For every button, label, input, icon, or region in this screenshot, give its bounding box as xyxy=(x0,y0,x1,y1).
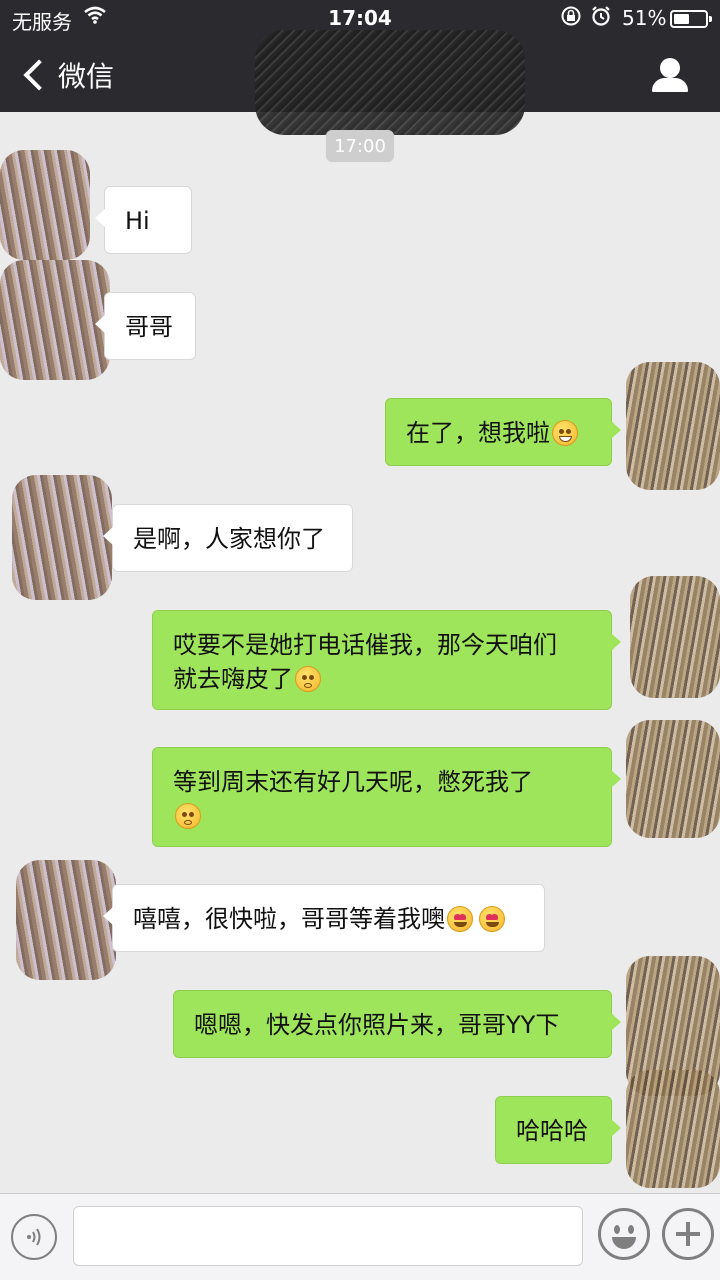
contact-avatar[interactable] xyxy=(0,260,110,380)
back-label: 微信 xyxy=(58,60,115,93)
battery-level-fill xyxy=(674,14,690,24)
flushed-emoji-icon xyxy=(175,803,201,829)
alarm-icon xyxy=(590,5,612,32)
message-timestamp: 17:00 xyxy=(326,130,394,162)
contact-avatar[interactable] xyxy=(16,860,116,980)
outgoing-message[interactable]: 哎要不是她打电话催我，那今天咱们 就去嗨皮了 xyxy=(152,610,621,710)
heart-eyes-emoji-icon xyxy=(479,906,505,932)
outgoing-message[interactable]: 嗯嗯，快发点你照片来，哥哥YY下 xyxy=(173,990,621,1058)
user-avatar[interactable] xyxy=(626,720,720,838)
message-text: 嗯嗯，快发点你照片来，哥哥YY下 xyxy=(194,1011,560,1039)
message-text-line: 等到周末还有好几天呢，憋死我了 xyxy=(173,768,533,796)
battery-icon xyxy=(670,10,712,28)
plus-icon[interactable] xyxy=(662,1208,714,1260)
incoming-message[interactable]: 是啊，人家想你了 xyxy=(103,504,353,572)
message-text: 是啊，人家想你了 xyxy=(133,525,325,553)
voice-icon[interactable] xyxy=(11,1214,57,1260)
incoming-message[interactable]: Hi xyxy=(95,186,192,254)
message-text: Hi xyxy=(125,207,150,235)
message-text-line: 就去嗨皮了 xyxy=(173,665,293,693)
message-list[interactable]: Hi 哥哥 在了，想我啦 是啊，人家想你了 哎要不是她打电话催我，那今天咱们 就… xyxy=(0,150,720,1190)
chevron-left-icon xyxy=(23,59,55,91)
grin-emoji-icon xyxy=(552,420,578,446)
user-avatar[interactable] xyxy=(626,362,720,490)
message-text-line: 哎要不是她打电话催我，那今天咱们 xyxy=(173,631,557,659)
outgoing-message[interactable]: 哈哈哈 xyxy=(495,1096,621,1164)
user-avatar[interactable] xyxy=(630,576,720,698)
redacted-contact-name xyxy=(255,30,525,135)
back-button[interactable]: 微信 xyxy=(18,52,114,98)
flushed-emoji-icon xyxy=(295,666,321,692)
incoming-message[interactable]: 嘻嘻，很快啦，哥哥等着我噢 xyxy=(103,884,545,952)
contact-avatar[interactable] xyxy=(12,475,112,600)
message-text: 哈哈哈 xyxy=(516,1117,588,1145)
profile-icon[interactable] xyxy=(650,56,690,96)
message-text: 嘻嘻，很快啦，哥哥等着我噢 xyxy=(133,905,445,933)
battery-percent: 51% xyxy=(622,6,667,30)
contact-avatar[interactable] xyxy=(0,150,90,260)
rotation-lock-icon xyxy=(560,5,582,32)
message-text-input[interactable] xyxy=(73,1206,583,1266)
outgoing-message[interactable]: 等到周末还有好几天呢，憋死我了 xyxy=(152,747,621,847)
message-text: 在了，想我啦 xyxy=(406,419,550,447)
outgoing-message[interactable]: 在了，想我啦 xyxy=(385,398,621,466)
user-avatar[interactable] xyxy=(626,1070,720,1188)
incoming-message[interactable]: 哥哥 xyxy=(95,292,196,360)
status-time: 17:04 xyxy=(328,6,392,30)
message-text: 哥哥 xyxy=(125,313,173,341)
message-input-bar xyxy=(0,1193,720,1280)
heart-eyes-emoji-icon xyxy=(447,906,473,932)
emoji-icon[interactable] xyxy=(598,1208,650,1260)
